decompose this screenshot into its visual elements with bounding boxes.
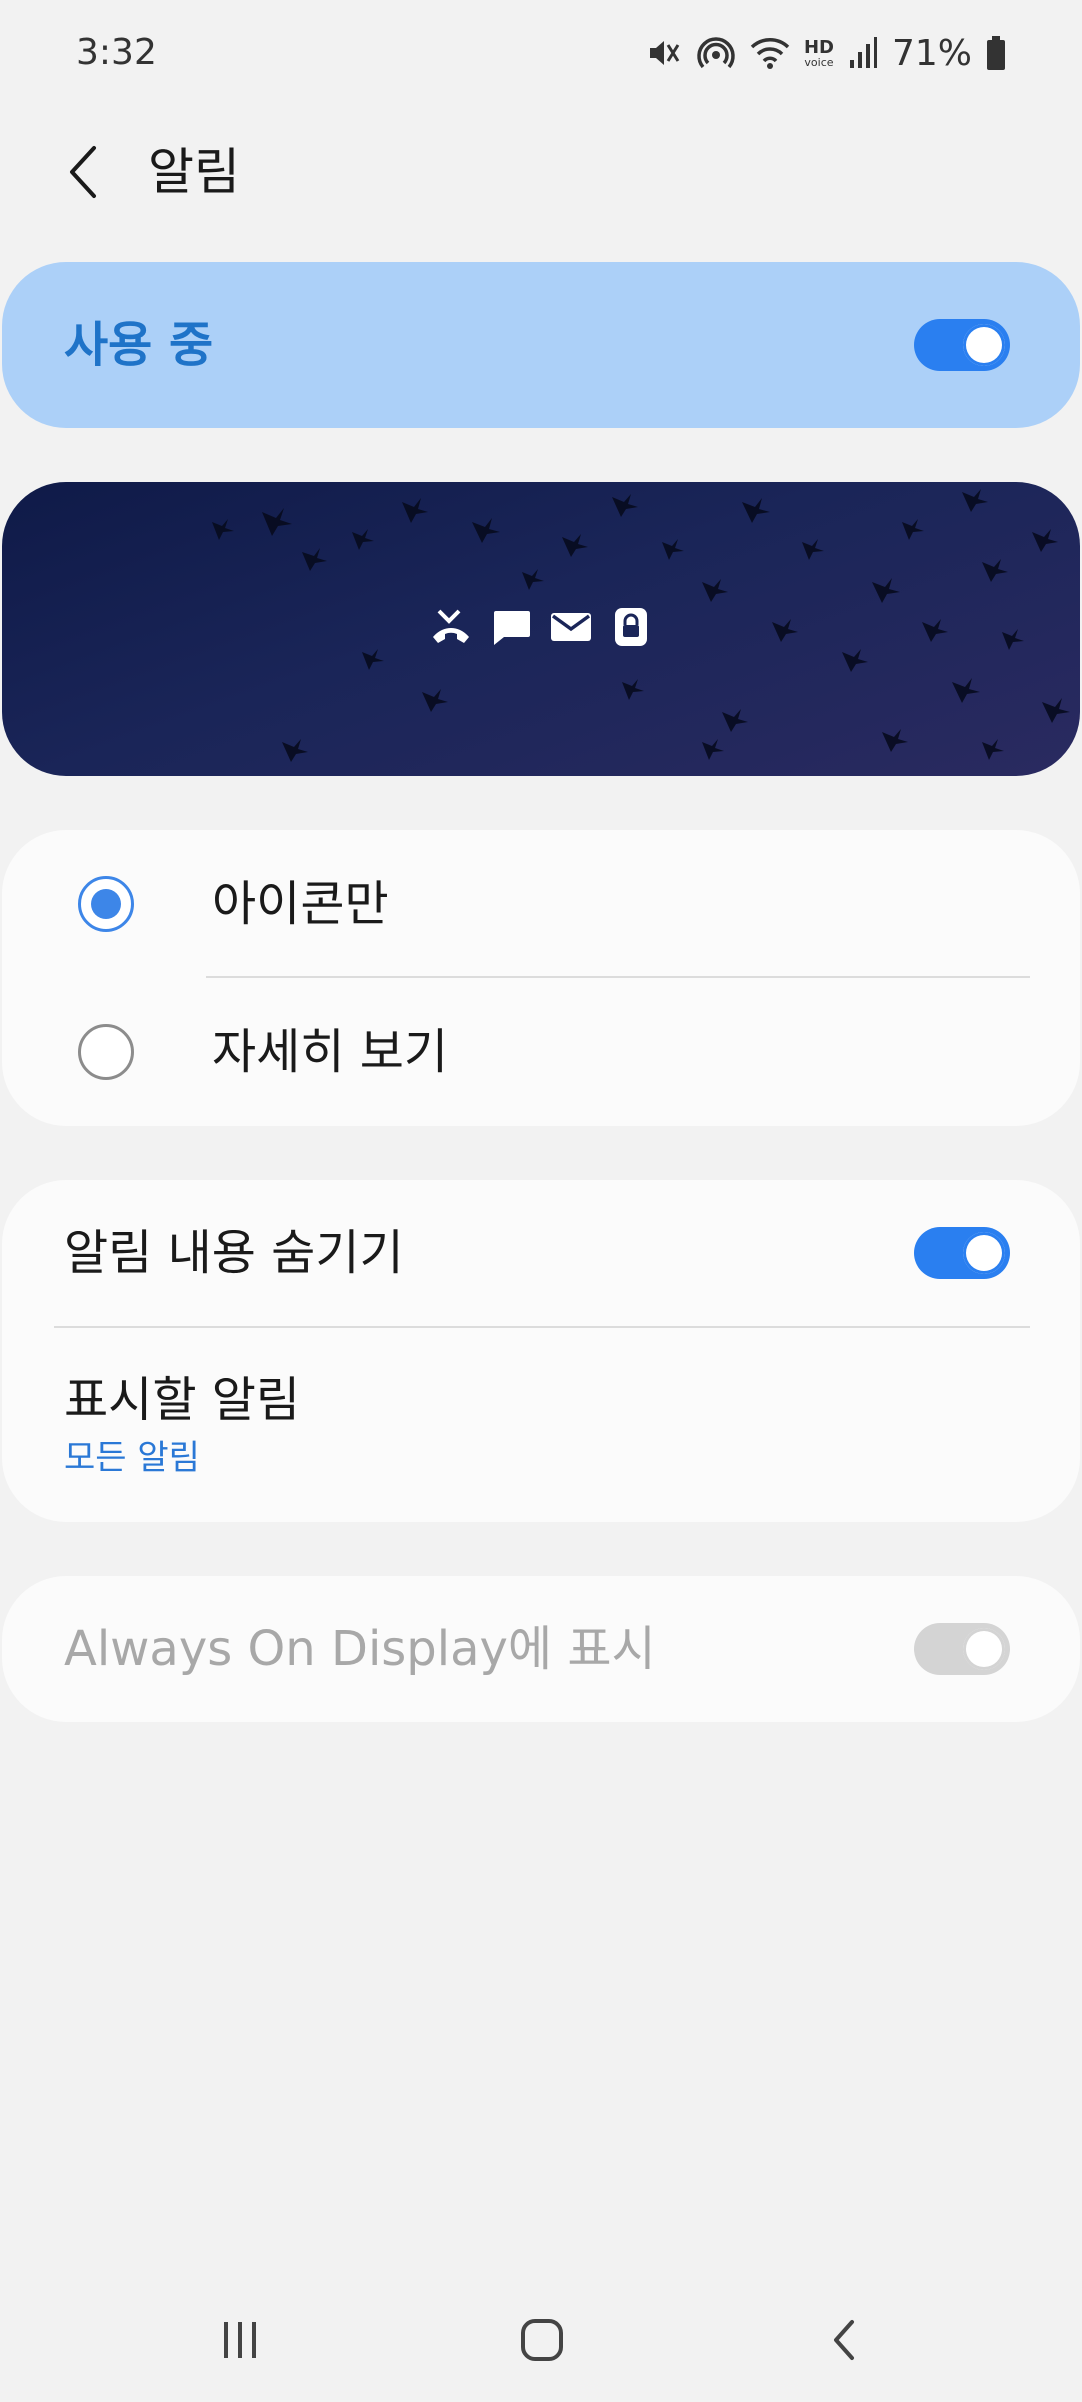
radio-detailed[interactable] [78, 1024, 134, 1080]
master-switch-label: 사용 중 [64, 317, 214, 373]
master-switch-card[interactable]: 사용 중 [2, 262, 1080, 428]
style-option-icons-only[interactable]: 아이콘만 [2, 830, 1080, 978]
status-time: 3:32 [76, 32, 157, 73]
battery-percent: 71% [891, 32, 972, 74]
toggle-knob [963, 1628, 1005, 1670]
signal-icon [848, 36, 878, 70]
radio-icons-only[interactable] [78, 876, 134, 932]
recents-icon [224, 2322, 256, 2358]
wifi-icon [750, 35, 790, 71]
email-icon [548, 605, 594, 649]
home-button[interactable] [502, 2302, 582, 2378]
home-icon [521, 2319, 563, 2361]
toggle-knob [963, 1232, 1005, 1274]
notification-preview [2, 482, 1080, 776]
hd-voice-icon: HD voice [803, 36, 834, 69]
style-option-label: 자세히 보기 [212, 1024, 449, 1080]
notifications-to-show-label: 표시할 알림 [64, 1372, 301, 1428]
style-option-detailed[interactable]: 자세히 보기 [2, 978, 1080, 1126]
preview-icons [428, 605, 654, 649]
hide-content-toggle[interactable] [914, 1227, 1010, 1279]
notifications-to-show-row[interactable]: 표시할 알림 모든 알림 [2, 1328, 1080, 1522]
app-header: 알림 [0, 110, 1082, 230]
back-button[interactable] [52, 134, 116, 210]
chevron-left-icon [70, 146, 96, 198]
hotspot-icon [696, 33, 736, 73]
style-option-label: 아이콘만 [212, 876, 389, 932]
hide-content-row[interactable]: 알림 내용 숨기기 [2, 1180, 1080, 1326]
recents-button[interactable] [200, 2302, 280, 2378]
aod-toggle[interactable] [914, 1623, 1010, 1675]
system-nav-bar [0, 2278, 1082, 2402]
master-toggle[interactable] [914, 319, 1010, 371]
battery-icon [986, 35, 1006, 71]
notifications-to-show-value: 모든 알림 [64, 1438, 200, 1478]
toggle-knob [963, 324, 1005, 366]
lock-icon [608, 605, 654, 649]
message-icon [488, 605, 534, 649]
status-bar: 3:32 HD voice 71% [0, 0, 1082, 110]
back-icon [834, 2320, 854, 2360]
aod-label: Always On Display에 표시 [64, 1621, 656, 1677]
hd-label: HD [803, 36, 834, 58]
content-settings-card: 알림 내용 숨기기 표시할 알림 모든 알림 [2, 1180, 1080, 1522]
aod-card: Always On Display에 표시 [2, 1576, 1080, 1722]
voice-label: voice [804, 55, 834, 69]
back-nav-button[interactable] [804, 2302, 884, 2378]
status-icons: HD voice 71% [646, 28, 1006, 78]
hide-content-label: 알림 내용 숨기기 [64, 1225, 404, 1281]
missed-call-icon [428, 605, 474, 649]
page-title: 알림 [148, 143, 240, 201]
mute-icon [646, 35, 682, 71]
style-options-card: 아이콘만 자세히 보기 [2, 830, 1080, 1126]
